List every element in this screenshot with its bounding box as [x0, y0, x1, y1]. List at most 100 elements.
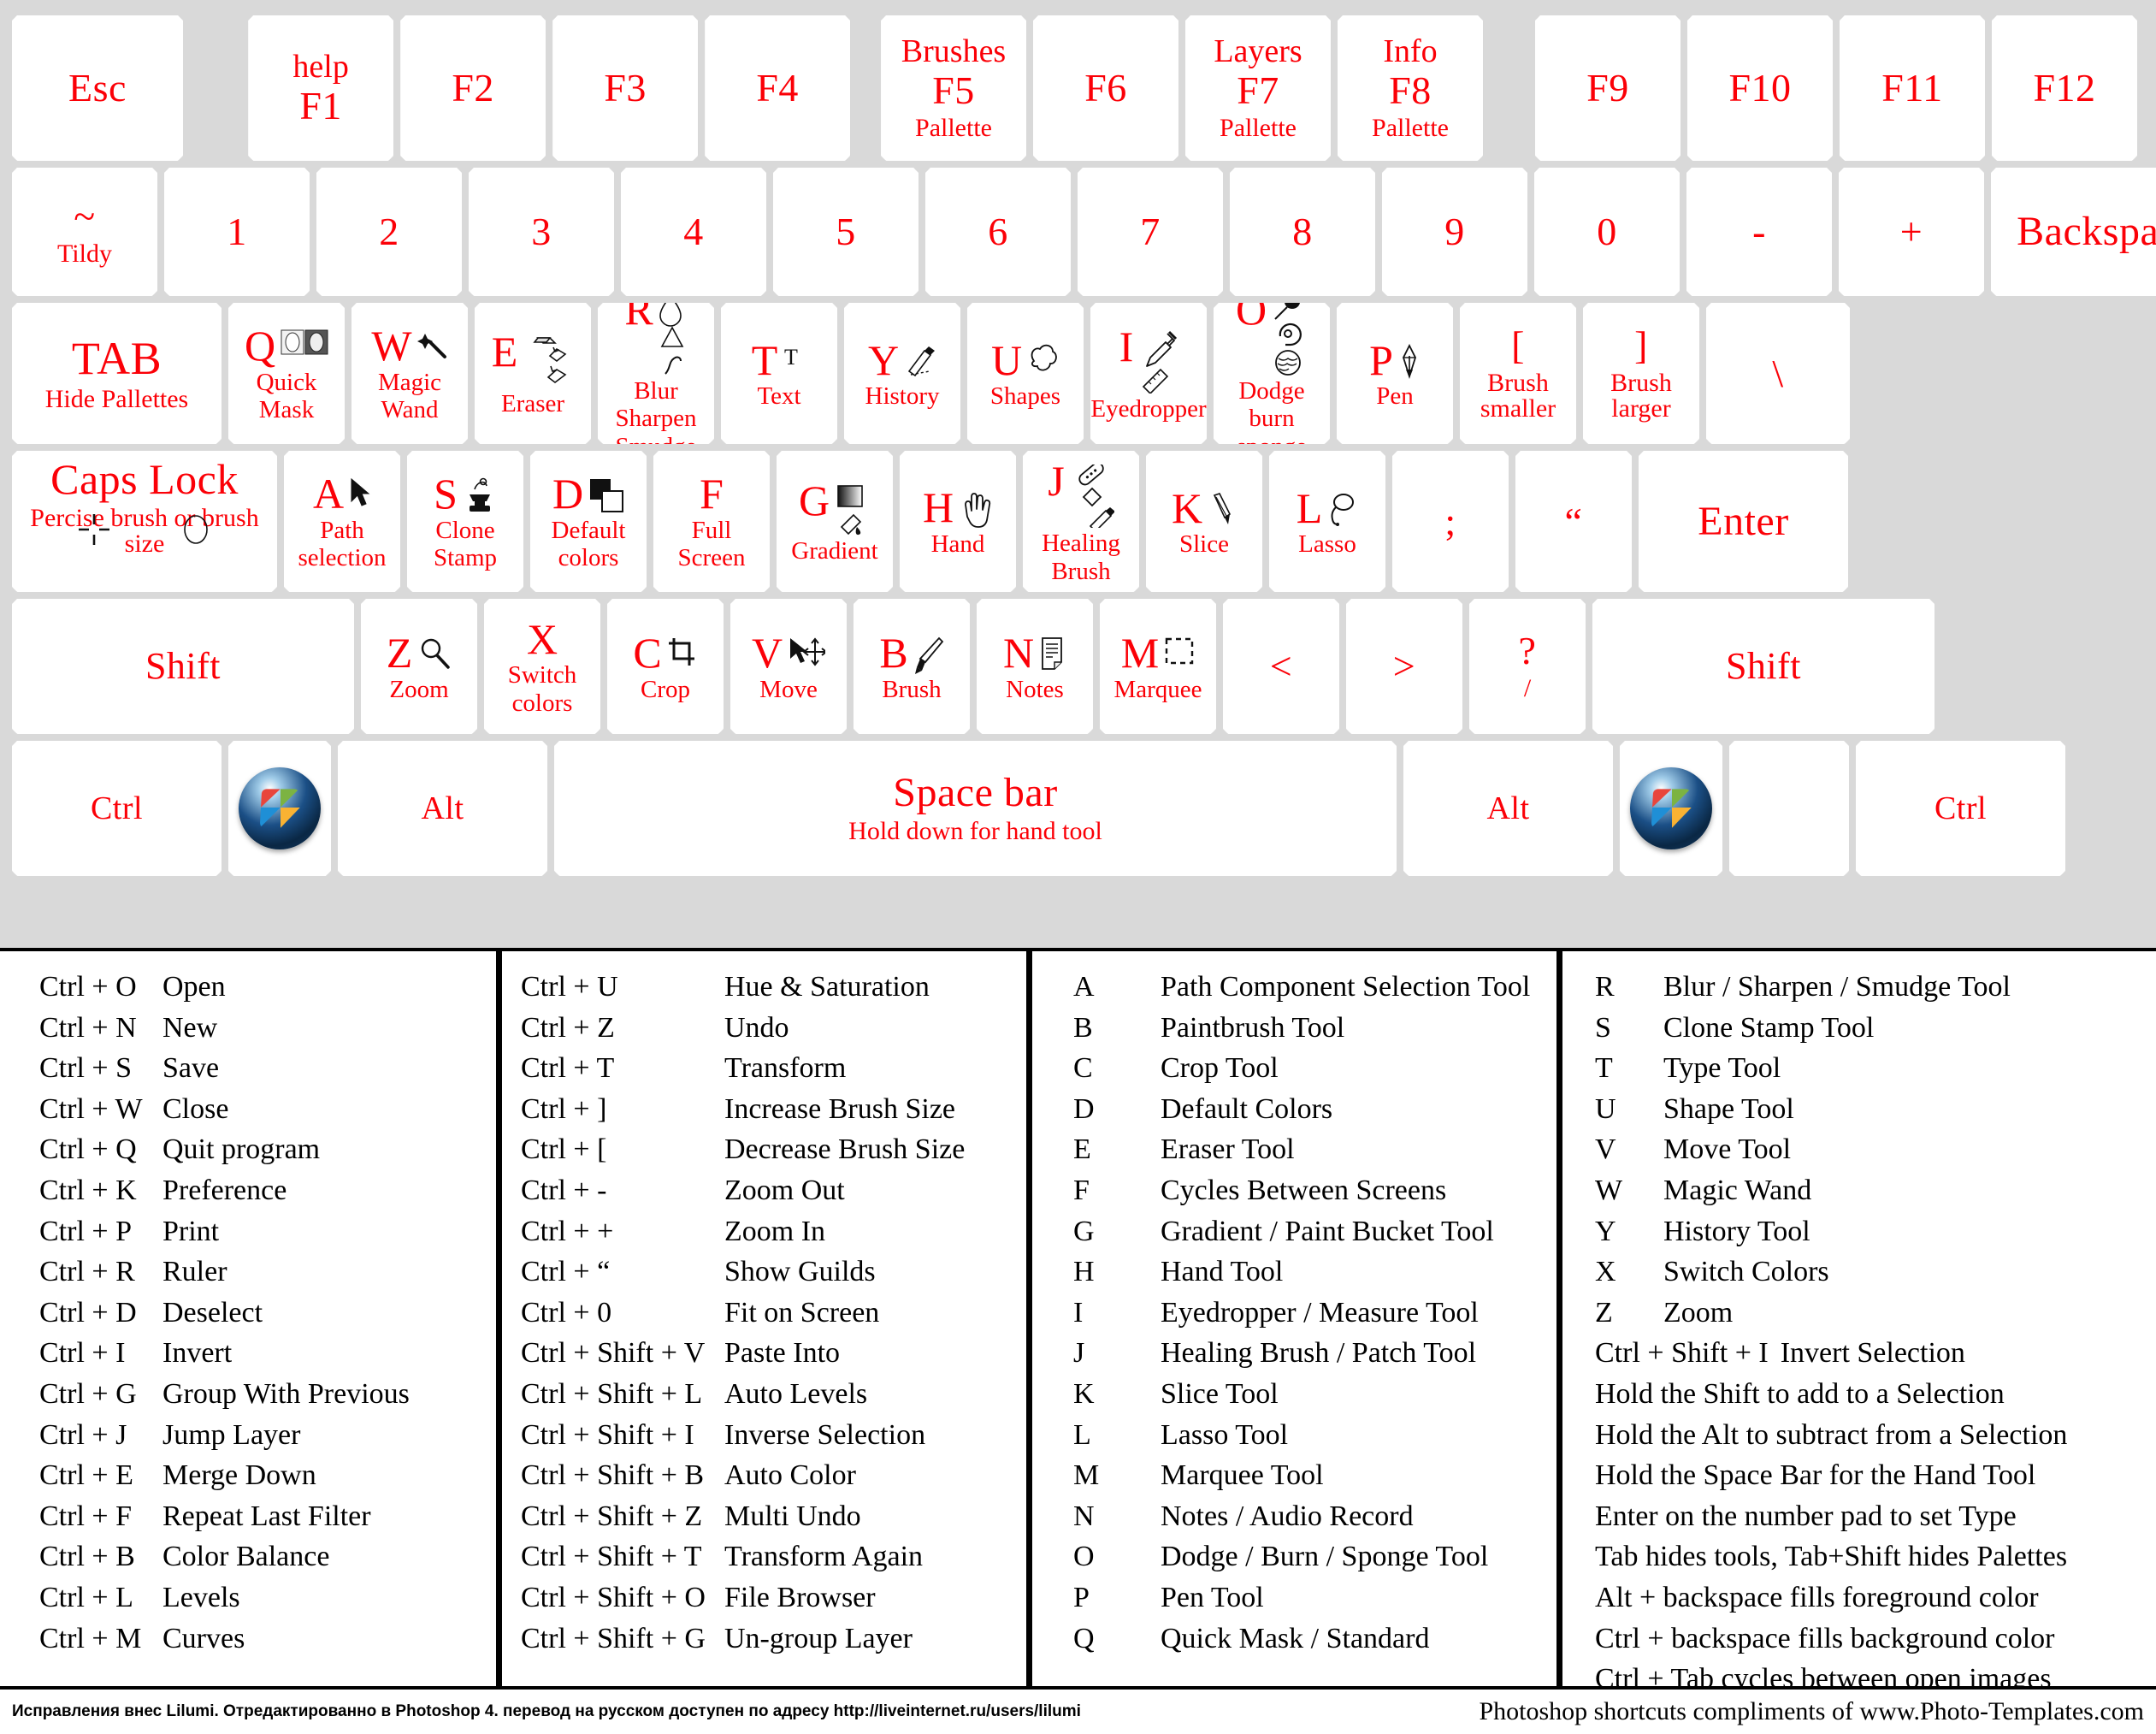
key-backspace[interactable]: Backspace: [1991, 168, 2156, 296]
shortcut-key: Ctrl + Shift + V: [521, 1337, 706, 1370]
key-backslash[interactable]: \: [1706, 303, 1850, 444]
key-f8[interactable]: Info F8 Pallette: [1338, 15, 1483, 161]
key-c[interactable]: C Crop: [607, 599, 724, 734]
key-9[interactable]: 9: [1382, 168, 1527, 296]
defaultcolors-icon: [588, 474, 624, 513]
key-f7[interactable]: Layers F7 Pallette: [1185, 15, 1331, 161]
shortcut-row: Ctrl + E Merge Down: [0, 1455, 496, 1496]
shortcut-row: C Crop Tool: [1032, 1048, 1556, 1089]
key-minus[interactable]: -: [1686, 168, 1832, 296]
key-e[interactable]: E Eraser: [475, 303, 591, 444]
shortcut-description: Curves: [162, 1622, 245, 1654]
shortcut-key: Ctrl + L: [39, 1581, 133, 1613]
key-o[interactable]: O Dodgeburnsponge: [1214, 303, 1330, 444]
key-label: Ctrl: [90, 790, 144, 826]
key-plus[interactable]: +: [1839, 168, 1984, 296]
key-u[interactable]: U Shapes: [967, 303, 1084, 444]
key-esc[interactable]: Esc: [12, 15, 183, 161]
key-k[interactable]: K Slice: [1146, 451, 1262, 592]
key-shift-right[interactable]: Shift: [1592, 599, 1934, 734]
shortcut-description: Multi Undo: [724, 1500, 861, 1532]
key-enter[interactable]: Enter: [1639, 451, 1848, 592]
key-ctrl-left[interactable]: Ctrl: [12, 741, 222, 876]
key-label: Shift: [145, 645, 222, 687]
key-p[interactable]: P Pen: [1337, 303, 1453, 444]
key-description: Switch colors: [507, 661, 577, 717]
key-w[interactable]: W Magic Wand: [351, 303, 468, 444]
key-f10[interactable]: F10: [1687, 15, 1833, 161]
shortcut-row: Ctrl + U Hue & Saturation: [502, 967, 1026, 1008]
key-period[interactable]: >: [1346, 599, 1462, 734]
key-6[interactable]: 6: [925, 168, 1071, 296]
shortcut-text: Alt + backspace fills foreground color: [1595, 1581, 2039, 1613]
key-win-left[interactable]: [228, 741, 331, 876]
key-m[interactable]: M Marquee: [1100, 599, 1216, 734]
key-d[interactable]: D Default colors: [530, 451, 647, 592]
key-f12[interactable]: F12: [1992, 15, 2137, 161]
key-2[interactable]: 2: [316, 168, 462, 296]
key-f4[interactable]: F4: [705, 15, 850, 161]
key-f9[interactable]: F9: [1535, 15, 1680, 161]
key-1[interactable]: 1: [164, 168, 310, 296]
key-alt-right[interactable]: Alt: [1403, 741, 1613, 876]
key-i[interactable]: I Eyedropper: [1090, 303, 1207, 444]
key-h[interactable]: H Hand: [900, 451, 1016, 592]
key-space[interactable]: Space bar Hold down for hand tool: [554, 741, 1397, 876]
key-alt-left[interactable]: Alt: [338, 741, 547, 876]
key-t[interactable]: T T Text: [721, 303, 837, 444]
key-l[interactable]: L Lasso: [1269, 451, 1385, 592]
key-letter: Q: [244, 322, 276, 370]
key-f6[interactable]: F6: [1033, 15, 1178, 161]
shortcut-description: History Tool: [1663, 1215, 1810, 1247]
key-f1[interactable]: help F1: [248, 15, 393, 161]
key-tilde[interactable]: ~ Tildy: [12, 168, 157, 296]
key-f3[interactable]: F3: [552, 15, 698, 161]
key-3[interactable]: 3: [469, 168, 614, 296]
key-ctrl-right[interactable]: Ctrl: [1856, 741, 2065, 876]
quickmask-icon: [281, 326, 328, 355]
key-f2[interactable]: F2: [400, 15, 546, 161]
key-label: Esc: [68, 66, 127, 109]
key-comma[interactable]: <: [1223, 599, 1339, 734]
key-semicolon[interactable]: ;: [1392, 451, 1509, 592]
key-win-right[interactable]: [1620, 741, 1722, 876]
key-v[interactable]: V Move: [730, 599, 847, 734]
shortcut-description: Healing Brush / Patch Tool: [1161, 1337, 1477, 1370]
key-5[interactable]: 5: [773, 168, 919, 296]
key-n[interactable]: N Notes: [977, 599, 1093, 734]
key-content: A Path selection: [284, 451, 400, 592]
key-z[interactable]: Z Zoom: [361, 599, 477, 734]
key-j[interactable]: J Healing Brush: [1023, 451, 1139, 592]
key-s[interactable]: S Clone Stamp: [407, 451, 523, 592]
key-capslock[interactable]: Caps Lock Percise brush or brush size: [12, 451, 277, 592]
key-f11[interactable]: F11: [1840, 15, 1985, 161]
key-0[interactable]: 0: [1534, 168, 1680, 296]
shortcut-row: K Slice Tool: [1032, 1374, 1556, 1415]
key-x[interactable]: X Switch colors: [484, 599, 600, 734]
key-a[interactable]: A Path selection: [284, 451, 400, 592]
key-f[interactable]: F Full Screen: [653, 451, 770, 592]
key-g[interactable]: G Gradient: [777, 451, 893, 592]
key-7[interactable]: 7: [1078, 168, 1223, 296]
key-4[interactable]: 4: [621, 168, 766, 296]
shortcut-key: R: [1595, 971, 1615, 1003]
key-shift-left[interactable]: Shift: [12, 599, 354, 734]
key-y[interactable]: Y History: [844, 303, 960, 444]
key-f5[interactable]: Brushes F5 Pallette: [881, 15, 1026, 161]
key-tab[interactable]: TAB Hide Pallettes: [12, 303, 222, 444]
key-slash[interactable]: ? /: [1469, 599, 1586, 734]
shortcut-key: Ctrl + Shift + G: [521, 1622, 706, 1654]
key-letter: C: [633, 629, 662, 678]
key-r[interactable]: R BlurSharpenSmudge: [598, 303, 714, 444]
key-quote[interactable]: “: [1515, 451, 1632, 592]
key-b[interactable]: B Brush: [854, 599, 970, 734]
shortcut-key: Ctrl + R: [39, 1256, 135, 1288]
key-menu[interactable]: [1729, 741, 1849, 876]
shortcut-key: Ctrl + M: [39, 1622, 142, 1654]
key-letter-row: O: [1236, 303, 1308, 376]
key-lbracket[interactable]: [Brush smaller: [1460, 303, 1576, 444]
key-q[interactable]: Q Quick Mask: [228, 303, 345, 444]
key-label: +: [1899, 210, 1923, 253]
key-rbracket[interactable]: ] Brush larger: [1583, 303, 1699, 444]
key-8[interactable]: 8: [1230, 168, 1375, 296]
